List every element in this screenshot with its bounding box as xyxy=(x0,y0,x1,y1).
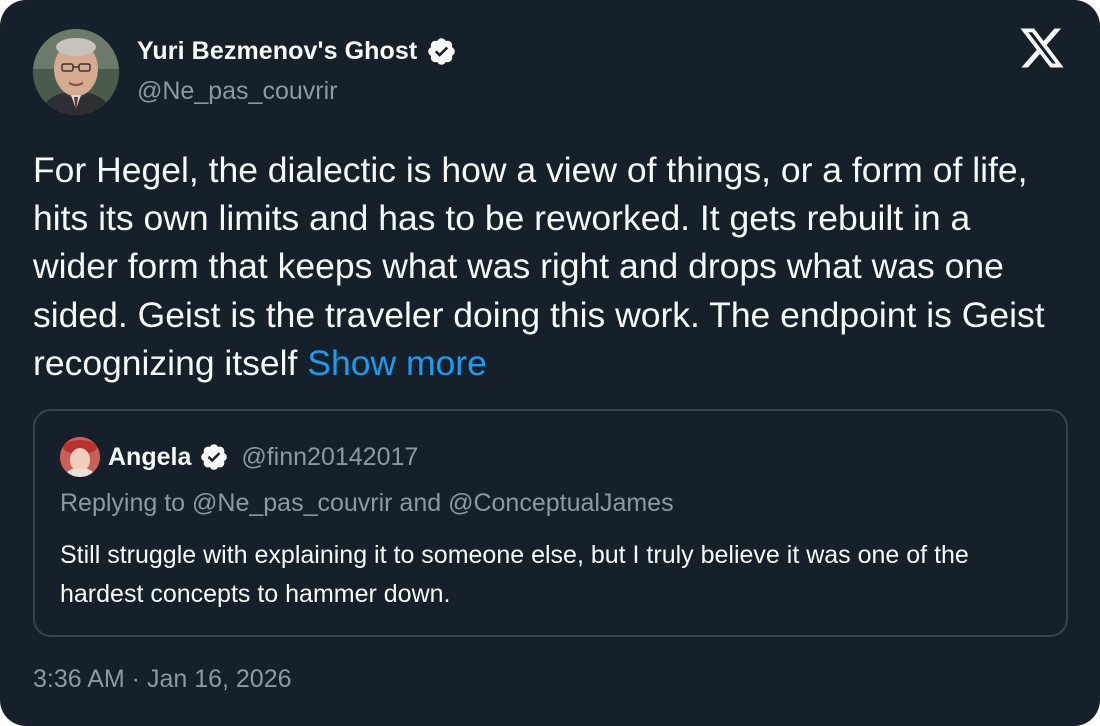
show-more-link[interactable]: Show more xyxy=(307,343,487,383)
author-name[interactable]: Yuri Bezmenov's Ghost xyxy=(137,37,417,66)
quoted-header: Angela @finn20142017 xyxy=(108,437,418,477)
quoted-author-name: Angela xyxy=(108,442,192,471)
quoted-tweet[interactable]: Angela @finn20142017 Replying to @Ne_pas… xyxy=(33,409,1068,637)
tweet-card: Yuri Bezmenov's Ghost @Ne_pas_couvrir Fo… xyxy=(0,0,1100,726)
x-logo-icon[interactable] xyxy=(1018,24,1066,72)
quoted-author-avatar xyxy=(60,437,100,477)
quoted-verified-badge-icon xyxy=(199,442,229,472)
tweet-timestamp[interactable]: 3:36 AM · Jan 16, 2026 xyxy=(33,665,292,694)
author-avatar[interactable] xyxy=(33,29,119,115)
quoted-tweet-text: Still struggle with explaining it to som… xyxy=(60,541,969,608)
tweet-body: For Hegel, the dialectic is how a view o… xyxy=(33,150,1045,383)
quoted-author-handle: @finn20142017 xyxy=(241,442,419,471)
tweet-text: For Hegel, the dialectic is how a view o… xyxy=(33,146,1063,387)
author-handle[interactable]: @Ne_pas_couvrir xyxy=(137,77,337,106)
replying-to-line: Replying to @Ne_pas_couvrir and @Concept… xyxy=(60,489,674,517)
author-name-row: Yuri Bezmenov's Ghost xyxy=(137,32,457,70)
verified-badge-icon xyxy=(426,36,457,67)
portrait-avatar-icon xyxy=(33,29,119,115)
quoted-portrait-avatar-icon xyxy=(60,437,100,477)
